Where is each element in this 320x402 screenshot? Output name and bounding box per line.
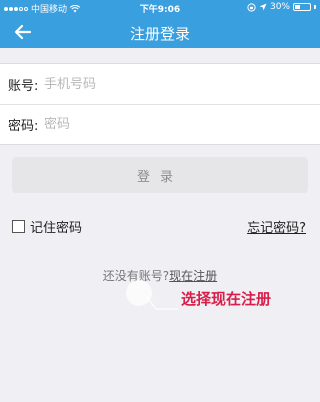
annotation-label: 选择现在注册	[181, 290, 272, 308]
login-button[interactable]: 登录	[12, 157, 308, 193]
battery-icon	[293, 3, 311, 11]
status-bar-right: 30%	[247, 2, 316, 12]
remember-checkbox[interactable]	[12, 220, 25, 233]
register-prompt-line: 还没有账号?现在注册	[0, 267, 320, 284]
account-row: 账号:	[0, 64, 320, 104]
remember-password-toggle[interactable]: 记住密码	[12, 217, 82, 236]
orientation-lock-icon	[247, 2, 256, 12]
battery-percent: 30%	[269, 2, 290, 12]
callout-line	[145, 295, 178, 310]
remember-label: 记住密码	[30, 221, 83, 236]
location-arrow-icon	[259, 3, 267, 11]
login-form: 账号: 密码:	[0, 63, 320, 145]
password-row: 密码:	[0, 104, 320, 144]
page-title: 注册登录	[129, 25, 190, 43]
nav-bar: 注册登录	[0, 16, 320, 48]
password-input[interactable]	[44, 117, 320, 132]
status-bar: 中国移动 下午9:06 30%	[0, 0, 320, 16]
battery-tip	[314, 5, 316, 9]
register-now-link[interactable]: 现在注册	[169, 269, 217, 283]
account-input[interactable]	[44, 76, 320, 92]
password-label: 密码:	[8, 119, 39, 134]
forgot-password-link[interactable]: 忘记密码?	[247, 217, 306, 236]
account-label: 账号:	[8, 78, 39, 94]
tap-indicator	[126, 280, 152, 306]
